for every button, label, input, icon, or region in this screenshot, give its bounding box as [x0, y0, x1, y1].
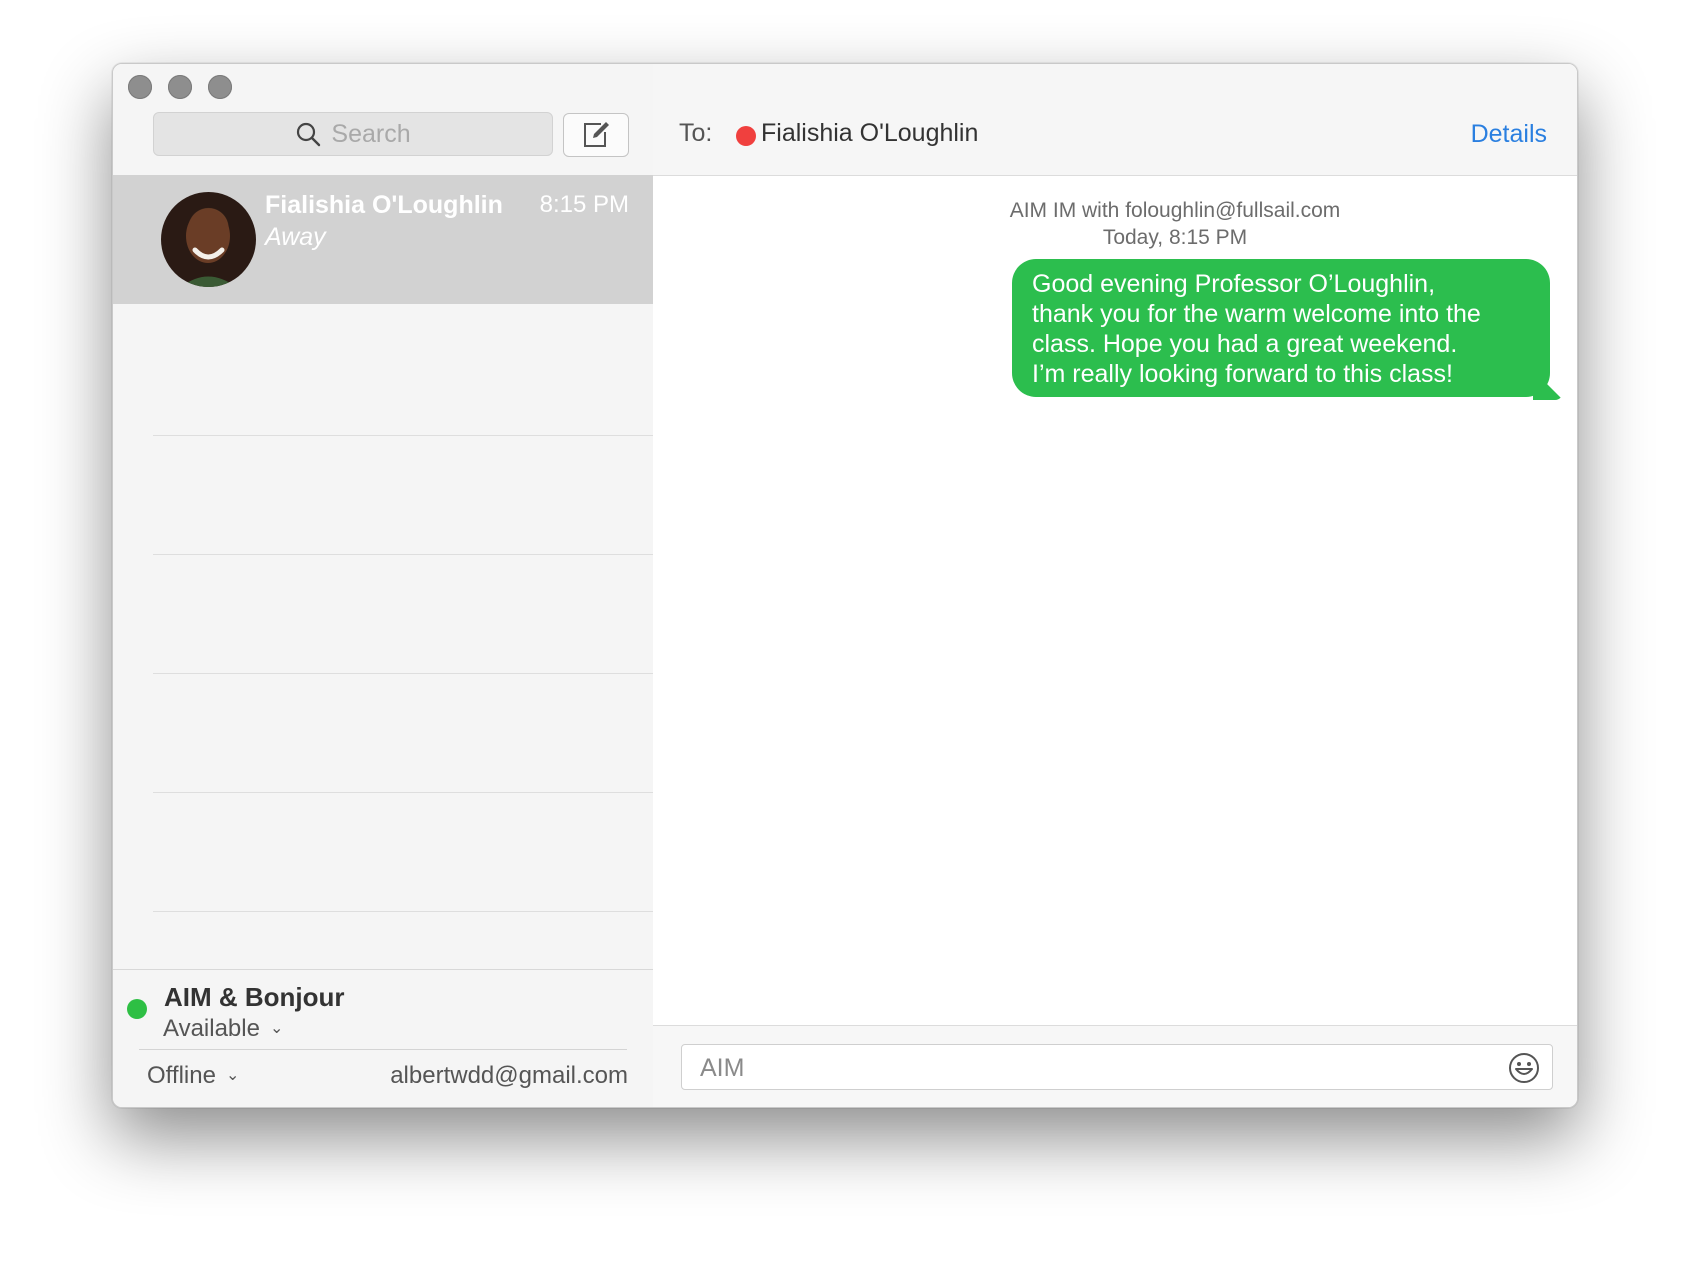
smiley-icon[interactable]	[1508, 1052, 1540, 1084]
recipient-token[interactable]: Fialishia O'Loughlin	[761, 119, 978, 148]
window-controls	[128, 75, 232, 99]
compose-button[interactable]	[563, 113, 629, 157]
compose-icon	[584, 122, 609, 147]
details-button[interactable]: Details	[1471, 120, 1547, 149]
divider	[139, 1049, 627, 1050]
message-input-placeholder: AIM	[700, 1054, 745, 1082]
list-divider	[153, 554, 653, 555]
search-icon	[297, 122, 321, 147]
list-divider	[153, 435, 653, 436]
search-input[interactable]: Search	[153, 112, 553, 156]
message-line: Good evening Professor O’Loughlin,	[1032, 270, 1436, 298]
zoom-button[interactable]	[208, 75, 232, 99]
offline-label: Offline	[147, 1062, 216, 1089]
account-email: albertwdd@gmail.com	[390, 1062, 628, 1089]
chevron-down-icon: ⌄	[269, 1020, 284, 1037]
recipient-status-dot	[736, 126, 756, 146]
chat-timestamp-text: Today, 8:15 PM	[1102, 226, 1248, 249]
list-divider	[153, 911, 653, 912]
minimize-button[interactable]	[168, 75, 192, 99]
message-input[interactable]: AIM	[681, 1044, 1553, 1090]
list-divider	[153, 792, 653, 793]
conversation-status: Away	[265, 223, 326, 251]
status-label: Available	[163, 1015, 260, 1042]
list-divider	[153, 673, 653, 674]
conversation-time: 8:15 PM	[539, 191, 629, 218]
conversation-name: Fialishia O'Loughlin	[265, 191, 503, 219]
message-line: class. Hope you had a great weekend.	[1032, 330, 1458, 358]
offline-dropdown[interactable]: Offline ⌄	[147, 1062, 239, 1090]
chat-timestamp: Today, 8:15 PM	[653, 226, 1577, 250]
avatar	[161, 192, 256, 287]
status-dropdown[interactable]: Available ⌄	[163, 1015, 283, 1043]
chat-service-text: AIM IM with foloughlin@fullsail.com	[1009, 199, 1341, 222]
message-line: I’m really looking forward to this class…	[1032, 360, 1453, 388]
sidebar: Search Fialishia O'Loughlin 8:15 PM Away	[113, 64, 654, 1107]
chat-pane: To: Fialishia O'Loughlin Details AIM IM …	[653, 64, 1577, 1107]
message-line: thank you for the warm welcome into the	[1032, 300, 1481, 328]
chat-service-info: AIM IM with foloughlin@fullsail.com	[653, 199, 1577, 223]
conversation-item[interactable]: Fialishia O'Loughlin 8:15 PM Away	[113, 175, 653, 304]
outgoing-message-bubble[interactable]: Good evening Professor O’Loughlin, thank…	[1012, 259, 1550, 397]
account-name: AIM & Bonjour	[164, 982, 345, 1012]
messages-window: Search Fialishia O'Loughlin 8:15 PM Away	[112, 63, 1578, 1108]
status-dot	[127, 999, 147, 1019]
close-button[interactable]	[128, 75, 152, 99]
to-label: To:	[679, 119, 713, 147]
account-panel: AIM & Bonjour Available ⌄ Offline ⌄ albert…	[113, 969, 653, 1107]
chat-header: To: Fialishia O'Loughlin Details	[653, 64, 1577, 176]
chevron-down-icon: ⌄	[225, 1067, 240, 1084]
composer-area: AIM	[653, 1025, 1577, 1107]
search-placeholder: Search	[331, 119, 411, 148]
